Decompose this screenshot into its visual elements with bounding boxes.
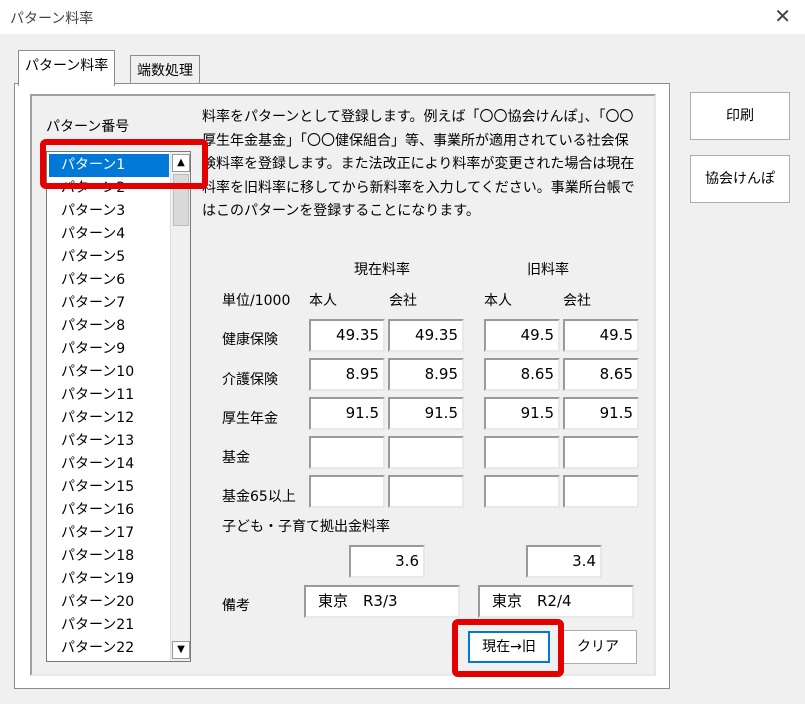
list-item[interactable]: パターン16: [49, 499, 169, 522]
print-button[interactable]: 印刷: [690, 92, 790, 140]
list-item[interactable]: パターン5: [49, 246, 169, 269]
health-old-company-input[interactable]: 49.5: [563, 319, 639, 352]
list-item[interactable]: パターン9: [49, 338, 169, 361]
list-item[interactable]: パターン14: [49, 453, 169, 476]
clear-button[interactable]: クリア: [559, 630, 637, 664]
list-item[interactable]: パターン2: [49, 177, 169, 200]
list-item[interactable]: パターン3: [49, 200, 169, 223]
list-item[interactable]: パターン12: [49, 407, 169, 430]
current-rate-header: 現在料率: [354, 262, 410, 278]
list-item[interactable]: パターン21: [49, 614, 169, 637]
list-item[interactable]: パターン20: [49, 591, 169, 614]
close-icon[interactable]: ✕: [774, 4, 791, 28]
fund65-current-company-input[interactable]: [388, 475, 464, 508]
fund-old-company-input[interactable]: [563, 436, 639, 469]
health-old-person-input[interactable]: 49.5: [484, 319, 560, 352]
list-item[interactable]: パターン15: [49, 476, 169, 499]
pension-current-company-input[interactable]: 91.5: [388, 397, 464, 430]
list-item[interactable]: パターン7: [49, 292, 169, 315]
list-item[interactable]: パターン17: [49, 522, 169, 545]
child-current-input[interactable]: 3.6: [349, 545, 425, 578]
list-item[interactable]: パターン4: [49, 223, 169, 246]
list-item[interactable]: パターン22: [49, 637, 169, 660]
care-old-company-input[interactable]: 8.65: [563, 358, 639, 391]
fund-old-person-input[interactable]: [484, 436, 560, 469]
old-person-header: 本人: [484, 293, 512, 309]
remarks-old-input[interactable]: 東京 R2/4: [478, 585, 634, 618]
unit-label: 単位/1000: [222, 293, 291, 309]
list-scrollbar[interactable]: ▲ ▼: [170, 152, 190, 661]
row-label-fund65: 基金65以上: [222, 489, 296, 505]
kyokai-kenpo-button[interactable]: 協会けんぽ: [690, 155, 790, 203]
tab-pattern-rate[interactable]: パターン料率: [18, 50, 116, 86]
pension-old-company-input[interactable]: 91.5: [563, 397, 639, 430]
scroll-up-icon[interactable]: ▲: [172, 154, 190, 172]
remarks-current-input[interactable]: 東京 R3/3: [304, 585, 460, 618]
fund65-current-person-input[interactable]: [309, 475, 385, 508]
scroll-down-icon[interactable]: ▼: [172, 641, 190, 659]
fund65-old-person-input[interactable]: [484, 475, 560, 508]
window-title: パターン料率: [10, 11, 94, 27]
pattern-list-label: パターン番号: [46, 119, 130, 135]
care-current-company-input[interactable]: 8.95: [388, 358, 464, 391]
health-current-company-input[interactable]: 49.35: [388, 319, 464, 352]
tab-rounding[interactable]: 端数処理: [130, 55, 200, 83]
list-item[interactable]: パターン19: [49, 568, 169, 591]
list-item[interactable]: パターン18: [49, 545, 169, 568]
care-old-person-input[interactable]: 8.65: [484, 358, 560, 391]
list-item[interactable]: パターン1: [49, 154, 169, 177]
row-label-care: 介護保険: [222, 372, 278, 388]
pension-old-person-input[interactable]: 91.5: [484, 397, 560, 430]
list-item[interactable]: パターン6: [49, 269, 169, 292]
list-item[interactable]: パターン11: [49, 384, 169, 407]
care-current-person-input[interactable]: 8.95: [309, 358, 385, 391]
row-label-pension: 厚生年金: [222, 411, 278, 427]
description-text: 料率をパターンとして登録します。例えば「〇〇協会けんぽ」、「〇〇厚生年金基金」「…: [202, 109, 635, 219]
current-company-header: 会社: [389, 293, 417, 309]
list-item[interactable]: パターン8: [49, 315, 169, 338]
fund65-old-company-input[interactable]: [563, 475, 639, 508]
list-item[interactable]: パターン13: [49, 430, 169, 453]
fund-current-person-input[interactable]: [309, 436, 385, 469]
health-current-person-input[interactable]: 49.35: [309, 319, 385, 352]
current-person-header: 本人: [309, 293, 337, 309]
list-item[interactable]: パターン10: [49, 361, 169, 384]
child-rate-label: 子ども・子育て拠出金料率: [222, 519, 390, 535]
scroll-thumb[interactable]: [173, 174, 189, 226]
child-old-input[interactable]: 3.4: [526, 545, 602, 578]
title-bar: パターン料率 ✕: [0, 0, 805, 34]
row-label-fund: 基金: [222, 450, 250, 466]
old-rate-header: 旧料率: [527, 262, 569, 278]
old-company-header: 会社: [563, 293, 591, 309]
pattern-listbox[interactable]: パターン1 パターン2 パターン3 パターン4 パターン5 パターン6 パターン7 パターン8…: [46, 151, 191, 662]
row-label-health: 健康保険: [222, 332, 278, 348]
move-current-to-old-button[interactable]: 現在→旧: [468, 631, 550, 663]
remarks-label: 備考: [222, 598, 250, 614]
fund-current-company-input[interactable]: [388, 436, 464, 469]
pension-current-person-input[interactable]: 91.5: [309, 397, 385, 430]
